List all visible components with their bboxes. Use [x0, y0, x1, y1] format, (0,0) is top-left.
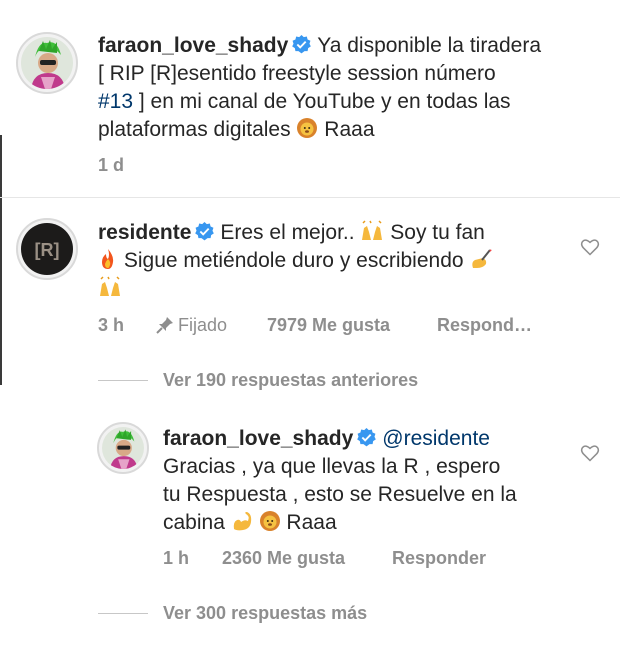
svg-text:[R]: [R]: [35, 240, 60, 260]
comment-text: residente Eres el mejor.. Soy tu fan Sigu…: [98, 219, 578, 303]
mention-link[interactable]: @residente: [382, 427, 490, 450]
raised-hands-emoji: [100, 276, 120, 296]
comment-line2: Sigue metiéndole duro y escribiendo: [123, 249, 464, 272]
timestamp: 1 d: [98, 155, 125, 175]
comment-text: faraon_love_shady Ya disponible la tirade…: [98, 32, 603, 144]
pin-icon: [156, 317, 173, 334]
reply-line3: cabina: [163, 511, 225, 534]
verified-badge-icon: [357, 428, 377, 447]
comment-end: Raaa: [324, 118, 375, 141]
comment-line1: Ya disponible la tiradera: [317, 34, 542, 57]
avatar[interactable]: [16, 32, 78, 94]
divider: [0, 197, 620, 198]
like-count[interactable]: 2360 Me gusta: [222, 548, 345, 569]
verified-badge-icon: [195, 222, 215, 241]
reply-end: Raaa: [286, 511, 337, 534]
avatar[interactable]: [97, 422, 149, 474]
pinned-label: Fijado: [178, 315, 228, 335]
screen-edge-bar: [0, 135, 2, 385]
comment-line3: ] en mi canal de YouTube y en todas las: [138, 90, 511, 113]
flexed-biceps-emoji: [233, 512, 251, 531]
raised-hands-emoji: [362, 220, 383, 240]
username[interactable]: faraon_love_shady: [163, 427, 353, 450]
username[interactable]: residente: [98, 221, 191, 244]
view-more-replies-button[interactable]: Ver 300 respuestas más: [163, 603, 367, 624]
comment-line2: [ RIP [R]esentido freestyle session núme…: [98, 62, 496, 85]
lion-face-emoji: [297, 118, 318, 138]
avatar-image: [R]: [21, 223, 73, 275]
fire-emoji: [102, 249, 114, 269]
verified-badge-icon: [292, 35, 312, 54]
view-replies-line: [98, 380, 148, 381]
like-count[interactable]: 7979 Me gusta: [267, 315, 390, 336]
reply-line1: Gracias , ya que llevas la R , espero: [163, 455, 501, 478]
reply-text: faraon_love_shady @residente Gracias , ya…: [163, 425, 573, 537]
timestamp: 1 h: [163, 548, 190, 568]
heart-outline-icon[interactable]: [580, 443, 600, 463]
view-previous-replies-button[interactable]: Ver 190 respuestas anteriores: [163, 370, 418, 391]
reply-button[interactable]: Responder: [392, 548, 486, 569]
view-replies-line: [98, 613, 148, 614]
comment-meta: 3 h Fijado 7979 Me gusta Respond…: [98, 315, 598, 339]
avatar-image: [21, 37, 73, 89]
heart-outline-icon[interactable]: [580, 237, 600, 257]
hashtag-link[interactable]: #13: [98, 90, 133, 113]
username[interactable]: faraon_love_shady: [98, 34, 288, 57]
avatar[interactable]: [R]: [16, 218, 78, 280]
lion-face-emoji: [259, 511, 280, 531]
reply-line2: tu Respuesta , esto se Resuelve en la: [163, 483, 517, 506]
reply-meta: 1 h 2360 Me gusta Responder: [163, 548, 583, 572]
timestamp: 3 h: [98, 315, 125, 335]
avatar-image: [102, 427, 144, 469]
writing-hand-emoji: [472, 249, 493, 268]
comment-line1b: Soy tu fan: [390, 221, 485, 244]
comment-line1: Eres el mejor..: [220, 221, 355, 244]
comment-line4: plataformas digitales: [98, 118, 291, 141]
reply-button[interactable]: Respond…: [437, 315, 532, 336]
